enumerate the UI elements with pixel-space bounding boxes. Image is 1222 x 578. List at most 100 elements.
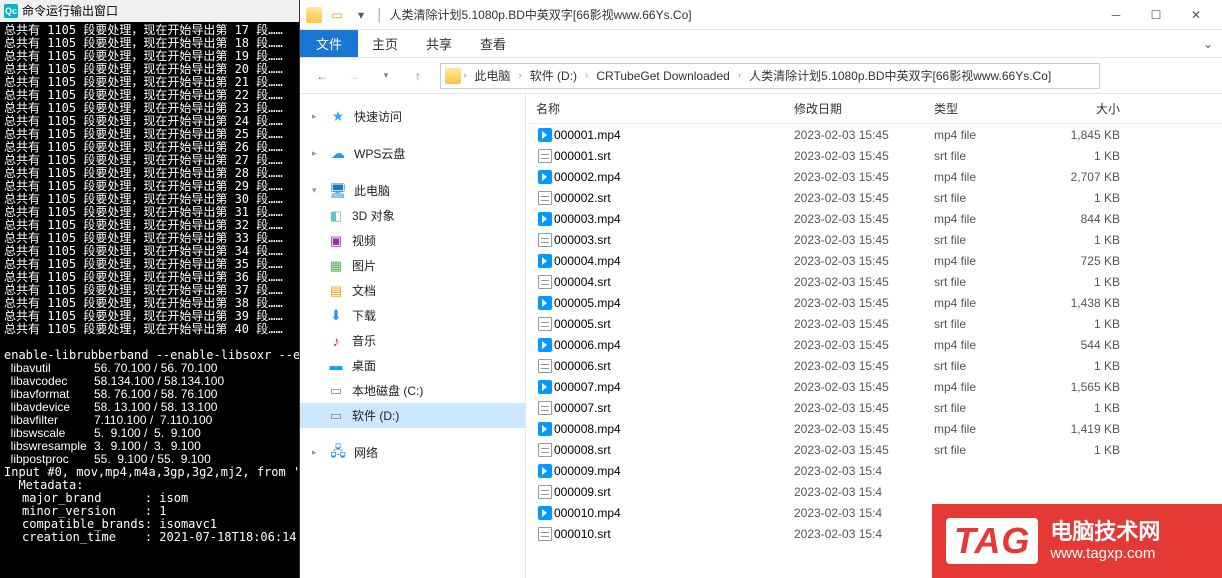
close-button[interactable]: ✕ [1176, 1, 1216, 29]
breadcrumb-folder2[interactable]: 人类清除计划5.1080p.BD中英双字[66影视www.66Ys.Co] [743, 67, 1057, 84]
file-type: mp4 file [934, 170, 1050, 184]
address-bar[interactable]: › 此电脑 › 软件 (D:) › CRTubeGet Downloaded ›… [440, 63, 1100, 89]
console-window: Qc 命令运行输出窗口 总共有 1105 段要处理，现在开始导出第 17 段……… [0, 0, 300, 578]
file-type: srt file [934, 191, 1050, 205]
file-name: 000004.mp4 [554, 254, 794, 268]
chevron-right-icon[interactable]: ▸ [312, 447, 322, 458]
file-row[interactable]: 000003.srt 2023-02-03 15:45 srt file 1 K… [526, 229, 1222, 250]
file-row[interactable]: 000005.srt 2023-02-03 15:45 srt file 1 K… [526, 313, 1222, 334]
sidebar-item-label: WPS云盘 [354, 145, 405, 162]
breadcrumb-sep-icon[interactable]: › [463, 70, 466, 81]
hdd-icon: ▭ [328, 383, 344, 399]
sidebar-item-drive-d[interactable]: ▭软件 (D:) [300, 403, 525, 428]
ribbon-expand-icon[interactable]: ⌄ [1194, 30, 1222, 57]
sidebar-item-documents[interactable]: ▤文档 [300, 278, 525, 303]
sidebar-item-this-pc[interactable]: ▾ 🖥 此电脑 [300, 178, 525, 203]
file-size: 544 KB [1050, 338, 1130, 352]
console-output[interactable]: 总共有 1105 段要处理，现在开始导出第 17 段……总共有 1105 段要处… [0, 22, 299, 546]
breadcrumb-sep-icon[interactable]: › [518, 70, 521, 81]
file-row[interactable]: 000004.srt 2023-02-03 15:45 srt file 1 K… [526, 271, 1222, 292]
file-row[interactable]: 000004.mp4 2023-02-03 15:45 mp4 file 725… [526, 250, 1222, 271]
sidebar-item-network[interactable]: ▸ 🖧 网络 [300, 440, 525, 465]
file-row[interactable]: 000006.srt 2023-02-03 15:45 srt file 1 K… [526, 355, 1222, 376]
breadcrumb-folder1[interactable]: CRTubeGet Downloaded [590, 69, 735, 83]
file-row[interactable]: 000005.mp4 2023-02-03 15:45 mp4 file 1,4… [526, 292, 1222, 313]
maximize-button[interactable]: ☐ [1136, 1, 1176, 29]
file-date: 2023-02-03 15:45 [794, 422, 934, 436]
column-header-type[interactable]: 类型 [934, 100, 1050, 117]
column-header-size[interactable]: 大小 [1050, 100, 1130, 117]
qat-dropdown-icon[interactable]: ▾ [352, 7, 370, 23]
ribbon-file-tab[interactable]: 文件 [300, 30, 358, 57]
desktop-icon: ▬ [328, 358, 344, 374]
sidebar-item-desktop[interactable]: ▬桌面 [300, 353, 525, 378]
file-row[interactable]: 000003.mp4 2023-02-03 15:45 mp4 file 844… [526, 208, 1222, 229]
nav-up-button[interactable]: ↑ [404, 62, 432, 90]
file-date: 2023-02-03 15:4 [794, 464, 934, 478]
nav-forward-button[interactable]: → [340, 62, 368, 90]
file-name: 000002.mp4 [554, 170, 794, 184]
file-row[interactable]: 000007.srt 2023-02-03 15:45 srt file 1 K… [526, 397, 1222, 418]
file-row[interactable]: 000001.mp4 2023-02-03 15:45 mp4 file 1,8… [526, 124, 1222, 145]
nav-recent-dropdown[interactable]: ▾ [372, 62, 400, 90]
file-row[interactable]: 000001.srt 2023-02-03 15:45 srt file 1 K… [526, 145, 1222, 166]
sidebar-item-label: 视频 [352, 232, 376, 249]
file-name: 000006.mp4 [554, 338, 794, 352]
sidebar-item-label: 图片 [352, 257, 376, 274]
file-name: 000009.mp4 [554, 464, 794, 478]
sidebar-item-pictures[interactable]: ▦ 图片 [300, 253, 525, 278]
file-size: 2,707 KB [1050, 170, 1130, 184]
file-row[interactable]: 000008.mp4 2023-02-03 15:45 mp4 file 1,4… [526, 418, 1222, 439]
column-header-name[interactable]: 名称 [536, 100, 794, 117]
sidebar-item-video[interactable]: ▣视频 [300, 228, 525, 253]
sidebar-item-drive-c[interactable]: ▭ 本地磁盘 (C:) [300, 378, 525, 403]
explorer-titlebar[interactable]: ▭ ▾ │ 人类清除计划5.1080p.BD中英双字[66影视www.66Ys.… [300, 0, 1222, 30]
file-date: 2023-02-03 15:4 [794, 485, 934, 499]
breadcrumb-sep-icon[interactable]: › [738, 70, 741, 81]
file-row[interactable]: 000002.mp4 2023-02-03 15:45 mp4 file 2,7… [526, 166, 1222, 187]
file-date: 2023-02-03 15:4 [794, 506, 934, 520]
sidebar-item-label: 本地磁盘 (C:) [352, 382, 423, 399]
chevron-right-icon[interactable]: ▸ [312, 148, 322, 159]
sidebar-item-downloads[interactable]: ⬇下载 [300, 303, 525, 328]
qat-props-icon[interactable]: ▭ [328, 7, 346, 23]
address-folder-icon [445, 68, 461, 84]
file-date: 2023-02-03 15:4 [794, 527, 934, 541]
file-row[interactable]: 000009.srt 2023-02-03 15:4 [526, 481, 1222, 502]
ribbon-tab-share[interactable]: 共享 [412, 30, 466, 57]
file-size: 1,438 KB [1050, 296, 1130, 310]
file-type: mp4 file [934, 422, 1050, 436]
ribbon-tab-view[interactable]: 查看 [466, 30, 520, 57]
file-type: srt file [934, 275, 1050, 289]
file-type: mp4 file [934, 380, 1050, 394]
chevron-down-icon[interactable]: ▾ [312, 185, 322, 196]
console-titlebar[interactable]: Qc 命令运行输出窗口 [0, 0, 299, 22]
sidebar-item-3d[interactable]: ◧3D 对象 [300, 203, 525, 228]
file-name: 000008.mp4 [554, 422, 794, 436]
sidebar-item-label: 快速访问 [354, 108, 402, 125]
ribbon-tab-home[interactable]: 主页 [358, 30, 412, 57]
picture-icon: ▦ [328, 258, 344, 274]
sidebar-item-label: 此电脑 [354, 182, 390, 199]
breadcrumb-pc[interactable]: 此电脑 [468, 67, 516, 84]
file-row[interactable]: 000007.mp4 2023-02-03 15:45 mp4 file 1,5… [526, 376, 1222, 397]
file-row[interactable]: 000009.mp4 2023-02-03 15:4 [526, 460, 1222, 481]
minimize-button[interactable]: ─ [1096, 1, 1136, 29]
breadcrumb-drive[interactable]: 软件 (D:) [524, 67, 583, 84]
file-row[interactable]: 000002.srt 2023-02-03 15:45 srt file 1 K… [526, 187, 1222, 208]
subtitle-file-icon [536, 148, 554, 164]
chevron-right-icon[interactable]: ▸ [312, 111, 322, 122]
file-date: 2023-02-03 15:45 [794, 170, 934, 184]
file-row[interactable]: 000006.mp4 2023-02-03 15:45 mp4 file 544… [526, 334, 1222, 355]
sidebar-item-quick-access[interactable]: ▸ ★ 快速访问 [300, 104, 525, 129]
file-name: 000004.srt [554, 275, 794, 289]
breadcrumb-sep-icon[interactable]: › [585, 70, 588, 81]
sidebar-item-wps[interactable]: ▸ ☁ WPS云盘 [300, 141, 525, 166]
file-date: 2023-02-03 15:45 [794, 443, 934, 457]
sidebar-item-label: 下载 [352, 307, 376, 324]
column-header-date[interactable]: 修改日期 [794, 100, 934, 117]
nav-back-button[interactable]: ← [308, 62, 336, 90]
file-row[interactable]: 000008.srt 2023-02-03 15:45 srt file 1 K… [526, 439, 1222, 460]
sidebar: ▸ ★ 快速访问 ▸ ☁ WPS云盘 ▾ 🖥 此电脑 ◧3D 对象 ▣视频 ▦ 图… [300, 94, 526, 578]
sidebar-item-music[interactable]: ♪音乐 [300, 328, 525, 353]
